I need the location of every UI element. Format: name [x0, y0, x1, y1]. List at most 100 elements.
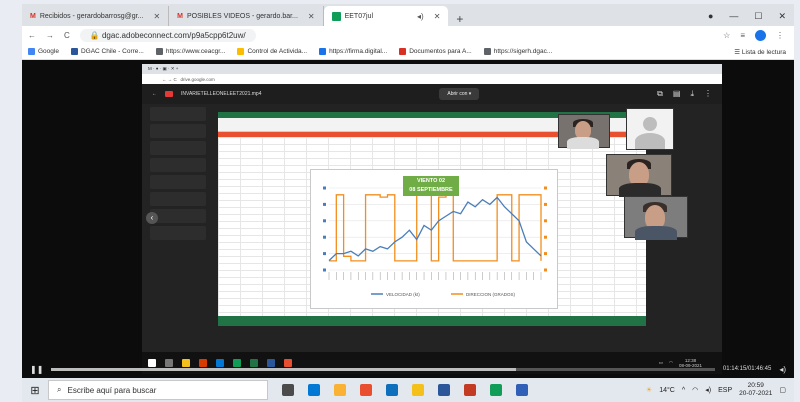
participant-video-3 — [624, 196, 688, 240]
forward-icon[interactable]: → — [46, 31, 54, 40]
close-tab-icon[interactable]: ✕ — [308, 12, 315, 21]
speaker-icon: ◂) — [417, 11, 424, 21]
pause-button[interactable]: ❚❚ — [30, 365, 43, 374]
maximize-button[interactable]: ☐ — [754, 11, 762, 22]
taskbar-app-icon[interactable] — [438, 384, 450, 396]
speaker-icon[interactable]: ◂) — [705, 386, 711, 394]
close-tab-icon[interactable]: ✕ — [434, 12, 441, 21]
bookmarks-bar: Google DGAC Chile - Corre... https://www… — [22, 44, 794, 60]
bookmark-dgac-correo[interactable]: DGAC Chile - Corre... — [70, 47, 144, 55]
bookmark-control-actividades[interactable]: Control de Activida... — [237, 47, 307, 55]
minimize-button[interactable]: — — [729, 11, 738, 22]
firma-icon — [319, 47, 327, 55]
series-direction-line — [329, 194, 542, 262]
weather-temp: 14°C — [659, 386, 675, 394]
taskbar-app-icon[interactable] — [308, 384, 320, 396]
bookmark-google[interactable]: Google — [28, 47, 59, 55]
participant-video-1 — [558, 114, 610, 149]
notifications-icon[interactable]: ▢ — [779, 386, 786, 394]
taskbar-app-icon[interactable] — [360, 384, 372, 396]
axis-tick — [544, 235, 547, 239]
weather-icon: ☀ — [645, 387, 653, 394]
axis-tick — [323, 268, 326, 272]
taskbar-app-icon[interactable] — [516, 384, 528, 396]
open-with-button[interactable]: Abrir con ▾ — [439, 88, 480, 100]
user-placeholder-icon — [643, 117, 657, 131]
search-placeholder: Escribe aquí para buscar — [67, 385, 157, 395]
tab-gmail-videos[interactable]: M POSIBLES VIDEOS - gerardo.bar... ✕ — [169, 6, 324, 26]
axis-tick — [323, 252, 326, 256]
reload-icon[interactable]: C — [64, 31, 70, 40]
axis-tick — [544, 202, 547, 206]
taskbar-app-icon[interactable] — [334, 384, 346, 396]
taskbar-pinned-apps — [268, 384, 528, 396]
bookmark-firma-digital[interactable]: https://firma.digital... — [319, 47, 387, 55]
shared-screen-area: M · ● · ▣ · ✕ + ← → C drive.google.com ←… — [22, 60, 794, 378]
excel-status-bar — [218, 316, 646, 326]
menu-icon[interactable]: ⋮ — [776, 31, 784, 40]
inner-tab-bar: M · ● · ▣ · ✕ + — [142, 64, 722, 74]
tab-gmail-inbox[interactable]: M Recibidos - gerardobarrosg@gr... ✕ — [22, 6, 170, 26]
back-arrow-icon[interactable]: ← — [152, 91, 157, 97]
windows-taskbar: ⊞ ⌕ Escribe aquí para buscar ☀ 14°C ^ ◠ … — [22, 378, 794, 402]
add-shortcut-icon[interactable]: ⧉ — [657, 89, 663, 99]
tray-overflow-icon[interactable]: ^ — [682, 387, 685, 394]
download-icon[interactable]: ⤓ — [690, 89, 694, 99]
axis-tick — [323, 186, 326, 190]
language-indicator[interactable]: ESP — [718, 387, 732, 394]
participant-video-2 — [606, 154, 672, 197]
drive-preview-bar: ← INVARIETELLEONELEET2021.mp4 Abrir con … — [142, 84, 722, 104]
google-icon — [28, 47, 35, 55]
taskbar-search-input[interactable]: ⌕ Escribe aquí para buscar — [48, 380, 268, 400]
tab-eet07jul[interactable]: EET07jul ◂) ✕ — [323, 6, 449, 26]
chart-title: VIENTO 02 08 SEPTIEMBRE — [403, 176, 459, 196]
gmail-icon: M — [30, 12, 36, 20]
bookmark-documentos[interactable]: Documentos para A... — [399, 47, 472, 55]
close-window-button[interactable]: ✕ — [778, 11, 786, 22]
search-icon: ⌕ — [57, 385, 62, 394]
taskbar-app-icon[interactable] — [386, 384, 398, 396]
taskbar-app-icon[interactable] — [412, 384, 424, 396]
media-control-icon[interactable]: ≡ — [740, 31, 745, 40]
back-icon[interactable]: ← — [28, 31, 36, 40]
sheet-icon — [331, 11, 341, 21]
axis-tick — [544, 186, 547, 190]
globe-icon — [483, 47, 491, 55]
link-icon — [155, 47, 163, 55]
series-speed-line — [328, 196, 542, 262]
taskbar-app-icon[interactable] — [282, 384, 294, 396]
video-player-controls: ❚❚ 01:14:15/01:46:45 ◂) — [22, 360, 794, 378]
file-name: INVARIETELLEONELEET2021.mp4 — [181, 91, 262, 97]
windows-start-button[interactable]: ⊞ — [22, 384, 48, 397]
new-tab-button[interactable]: + — [448, 12, 471, 26]
mail-icon — [70, 47, 78, 55]
gmail-icon: M — [177, 12, 183, 20]
close-tab-icon[interactable]: ✕ — [153, 12, 160, 21]
system-tray: ☀ 14°C ^ ◠ ◂) ESP 20:59 20-07-2021 ▢ — [646, 382, 794, 398]
bookmark-sigerh[interactable]: https://sigerh.dgac... — [483, 47, 552, 55]
volume-icon[interactable]: ◂) — [779, 365, 786, 374]
drive-sidebar — [142, 104, 214, 304]
tab-label: POSIBLES VIDEOS - gerardo.bar... — [187, 12, 298, 20]
axis-tick — [323, 235, 326, 239]
taskbar-app-icon[interactable] — [464, 384, 476, 396]
axis-tick — [323, 219, 326, 223]
previous-file-button[interactable]: ‹ — [146, 212, 158, 224]
taskbar-app-icon[interactable] — [490, 384, 502, 396]
profile-avatar[interactable] — [755, 29, 766, 41]
record-indicator-icon: ● — [707, 11, 714, 21]
url-input[interactable]: 🔒 dgac.adobeconnect.com/p9a5cpp6t2uw/ — [79, 28, 256, 42]
taskbar-clock[interactable]: 20:59 20-07-2021 — [739, 382, 772, 398]
video-progress-bar[interactable] — [51, 367, 715, 371]
drive-icon — [237, 47, 245, 55]
reading-list[interactable]: ☰ Lista de lectura — [734, 48, 794, 56]
spreadsheet-grid: VELOCIDAD (kt) DIRECCION (GRADOS) VIENTO … — [218, 137, 646, 316]
network-icon: ◠ — [692, 387, 699, 394]
comment-icon[interactable]: ▤ — [673, 89, 681, 99]
video-file-icon — [165, 91, 173, 97]
bookmark-ceacgr[interactable]: https://www.ceacgr... — [155, 47, 225, 55]
bookmark-star-icon[interactable]: ☆ — [723, 31, 730, 40]
gmail-icon — [399, 47, 407, 55]
more-icon[interactable]: ⋮ — [704, 89, 712, 99]
browser-tab-bar: M Recibidos - gerardobarrosg@gr... ✕ M P… — [22, 4, 794, 26]
